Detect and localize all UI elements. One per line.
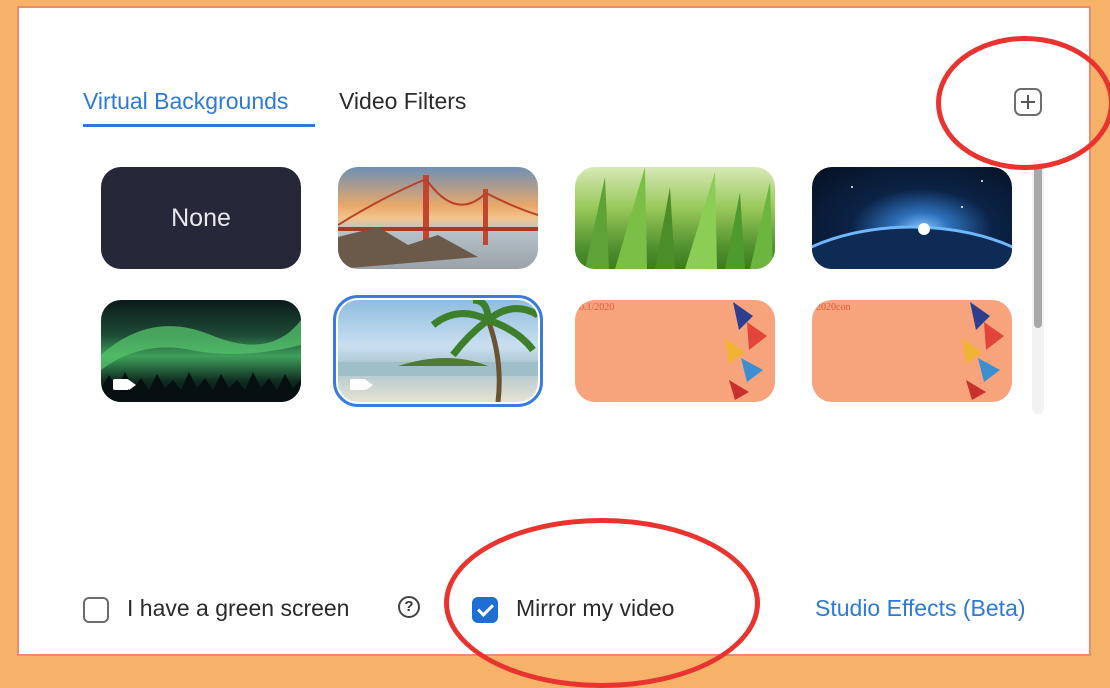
background-tile-grass[interactable] [575, 167, 775, 269]
active-tab-indicator [83, 124, 315, 127]
tile-caption: 2020con [816, 302, 851, 313]
video-icon [113, 379, 136, 390]
tab-video-filters[interactable]: Video Filters [339, 88, 466, 115]
green-screen-label: I have a green screen [127, 595, 350, 621]
ribbon-graphic [725, 302, 767, 400]
background-tile-earth[interactable] [812, 167, 1012, 269]
backgrounds-scrollbar[interactable] [1032, 160, 1044, 414]
tile-caption: 0.1/2020 [579, 302, 615, 313]
background-tile-orange-1[interactable]: 0.1/2020 [575, 300, 775, 402]
highlight-ring-add-button [936, 36, 1110, 170]
background-tile-orange-2[interactable]: 2020con [812, 300, 1012, 402]
highlight-ring-mirror-video [444, 518, 760, 688]
tab-virtual-backgrounds[interactable]: Virtual Backgrounds [83, 88, 288, 115]
background-tile-none[interactable]: None [101, 167, 301, 269]
video-icon [350, 379, 373, 390]
scrollbar-thumb[interactable] [1034, 166, 1042, 328]
green-screen-checkbox[interactable] [83, 597, 109, 623]
background-tile-beach-palm[interactable] [333, 295, 543, 407]
tile-label-none: None [171, 203, 231, 232]
background-tile-aurora[interactable] [101, 300, 301, 402]
bridge-thumbnail [338, 175, 538, 269]
help-icon[interactable]: ? [398, 596, 420, 618]
ribbon-graphic [962, 302, 1004, 400]
background-tile-golden-gate-bridge[interactable] [338, 167, 538, 269]
studio-effects-link[interactable]: Studio Effects (Beta) [815, 595, 1026, 622]
grass-thumbnail [585, 167, 773, 269]
earth-thumbnail [812, 180, 1012, 269]
